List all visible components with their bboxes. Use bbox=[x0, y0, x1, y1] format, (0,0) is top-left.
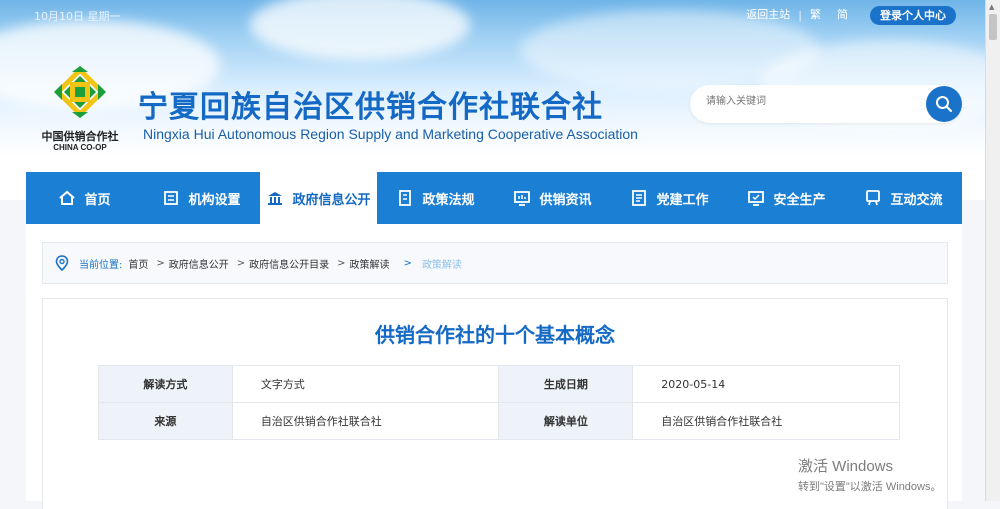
nav-label: 首页 bbox=[84, 192, 111, 208]
breadcrumb-gov-info[interactable]: 政府信息公开 bbox=[169, 256, 229, 271]
current-date: 10月10日 星期一 bbox=[34, 10, 121, 23]
nav-item-news[interactable]: 供销资讯 bbox=[494, 172, 611, 224]
scrollbar-thumb[interactable] bbox=[989, 14, 997, 40]
nav-label: 互动交流 bbox=[890, 192, 943, 208]
traditional-chinese-link[interactable]: 繁 bbox=[802, 5, 829, 25]
party-icon bbox=[632, 190, 647, 206]
logo-text-en: CHINA CO-OP bbox=[53, 143, 107, 152]
news-icon bbox=[514, 191, 531, 206]
meta-key: 解读方式 bbox=[98, 365, 233, 403]
nav-label: 安全生产 bbox=[773, 192, 826, 208]
nav-label: 政策法规 bbox=[422, 192, 475, 208]
location-pin-icon bbox=[55, 255, 69, 271]
nav-label: 党建工作 bbox=[656, 192, 709, 208]
nav-label: 机构设置 bbox=[188, 192, 241, 208]
meta-value: 自治区供销合作社联合社 bbox=[632, 402, 900, 440]
breadcrumb-arrow: > bbox=[236, 257, 246, 269]
government-icon bbox=[268, 192, 283, 205]
nav-item-safety[interactable]: 安全生产 bbox=[728, 172, 845, 224]
nav-item-gov-info[interactable]: 政府信息公开 bbox=[260, 172, 377, 224]
nav-item-home[interactable]: 首页 bbox=[26, 172, 143, 224]
main-nav: 首页 机构设置 政府信息公开 政策法规 供销资讯 党建工作 安全生产 互动交流 bbox=[26, 172, 962, 224]
meta-key: 解读单位 bbox=[498, 402, 634, 440]
breadcrumb-policy[interactable]: 政策解读 bbox=[350, 256, 390, 271]
article-meta-table: 解读方式 文字方式 生成日期 2020-05-14 来源 自治区供销合作社联合社… bbox=[98, 365, 900, 440]
nav-item-party[interactable]: 党建工作 bbox=[611, 172, 728, 224]
nav-item-organization[interactable]: 机构设置 bbox=[143, 172, 260, 224]
site-title: 宁夏回族自治区供销合作社联合社 bbox=[138, 91, 603, 124]
home-icon bbox=[59, 190, 76, 205]
breadcrumb-arrow: > bbox=[403, 257, 412, 269]
meta-key: 来源 bbox=[98, 402, 233, 440]
nav-item-policy[interactable]: 政策法规 bbox=[377, 172, 494, 224]
breadcrumb-current: 政策解读 bbox=[421, 259, 462, 271]
breadcrumb-arrow: > bbox=[337, 257, 346, 269]
table-row: 来源 自治区供销合作社联合社 解读单位 自治区供销合作社联合社 bbox=[98, 402, 900, 440]
site-subtitle: Ningxia Hui Autonomous Region Supply and… bbox=[143, 126, 638, 142]
top-links: 返回主站 | 繁 简 登录个人中心 bbox=[738, 5, 956, 25]
windows-activation-watermark: 激活 Windows 转到"设置"以激活 Windows。 bbox=[798, 455, 942, 494]
meta-value: 自治区供销合作社联合社 bbox=[231, 402, 500, 440]
nav-label: 供销资讯 bbox=[539, 192, 592, 208]
nav-item-interaction[interactable]: 互动交流 bbox=[845, 172, 962, 224]
home-site-link[interactable]: 返回主站 bbox=[738, 5, 798, 25]
scrollbar[interactable]: ▲ bbox=[985, 0, 1000, 501]
article-title: 供销合作社的十个基本概念 bbox=[375, 323, 615, 347]
breadcrumb-label: 当前位置: bbox=[79, 259, 123, 271]
policy-icon bbox=[399, 190, 412, 206]
breadcrumb-arrow: > bbox=[156, 257, 165, 269]
interaction-icon bbox=[866, 190, 881, 206]
table-row: 解读方式 文字方式 生成日期 2020-05-14 bbox=[98, 365, 900, 403]
logo-text-cn: 中国供销合作社 bbox=[41, 130, 119, 143]
meta-value: 文字方式 bbox=[231, 365, 500, 403]
watermark-line2: 转到"设置"以激活 Windows。 bbox=[798, 481, 942, 493]
watermark-line1: 激活 Windows bbox=[798, 458, 894, 475]
search-input[interactable] bbox=[704, 95, 908, 108]
search-icon bbox=[936, 96, 952, 112]
top-bar: 10月10日 星期一 返回主站 | 繁 简 登录个人中心 bbox=[0, 0, 986, 30]
org-icon bbox=[164, 191, 179, 205]
search-box bbox=[690, 85, 962, 123]
breadcrumb: 当前位置: 首页 > 政府信息公开 > 政府信息公开目录 > 政策解读 > 政策… bbox=[42, 242, 948, 284]
login-button[interactable]: 登录个人中心 bbox=[870, 5, 956, 25]
search-button[interactable] bbox=[926, 86, 962, 122]
scroll-up-icon[interactable]: ▲ bbox=[989, 3, 994, 11]
meta-key: 生成日期 bbox=[498, 365, 634, 403]
safety-icon bbox=[748, 191, 765, 206]
meta-value: 2020-05-14 bbox=[632, 365, 900, 403]
china-coop-logo[interactable]: 中国供销合作社 CHINA CO-OP bbox=[30, 66, 130, 156]
breadcrumb-home[interactable]: 首页 bbox=[128, 256, 148, 271]
simplified-chinese-link[interactable]: 简 bbox=[829, 5, 856, 25]
breadcrumb-gov-catalog[interactable]: 政府信息公开目录 bbox=[249, 256, 329, 271]
nav-label: 政府信息公开 bbox=[292, 192, 371, 208]
